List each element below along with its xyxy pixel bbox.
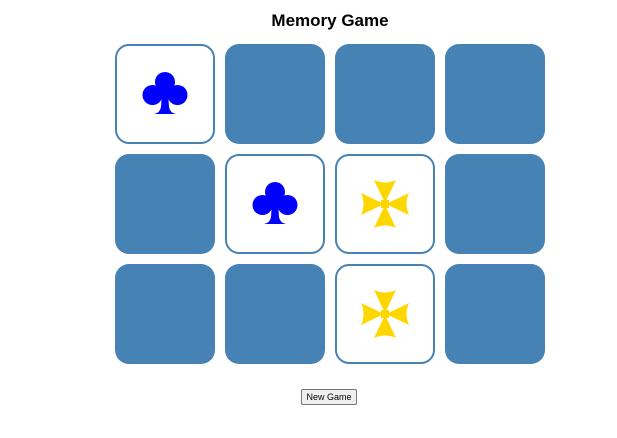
card-face-up[interactable] xyxy=(225,154,325,254)
cross-pattee-icon xyxy=(361,290,409,338)
card-face-up[interactable] xyxy=(335,154,435,254)
card-face-down[interactable] xyxy=(445,154,545,254)
game-title: Memory Game xyxy=(271,11,389,30)
card-face-up[interactable] xyxy=(115,44,215,144)
card-face-up[interactable] xyxy=(335,264,435,364)
club-icon xyxy=(252,182,298,224)
card-grid xyxy=(115,44,545,364)
card-face-down[interactable] xyxy=(115,154,215,254)
card-face-down[interactable] xyxy=(115,264,215,364)
card-face-down[interactable] xyxy=(225,264,325,364)
card-face-down[interactable] xyxy=(335,44,435,144)
card-face-down[interactable] xyxy=(445,264,545,364)
card-face-down[interactable] xyxy=(225,44,325,144)
cross-pattee-icon xyxy=(361,180,409,228)
card-face-down[interactable] xyxy=(445,44,545,144)
club-icon xyxy=(142,72,188,114)
new-game-button[interactable]: New Game xyxy=(301,389,357,405)
memory-game-app: Memory Game New Game xyxy=(0,0,617,438)
